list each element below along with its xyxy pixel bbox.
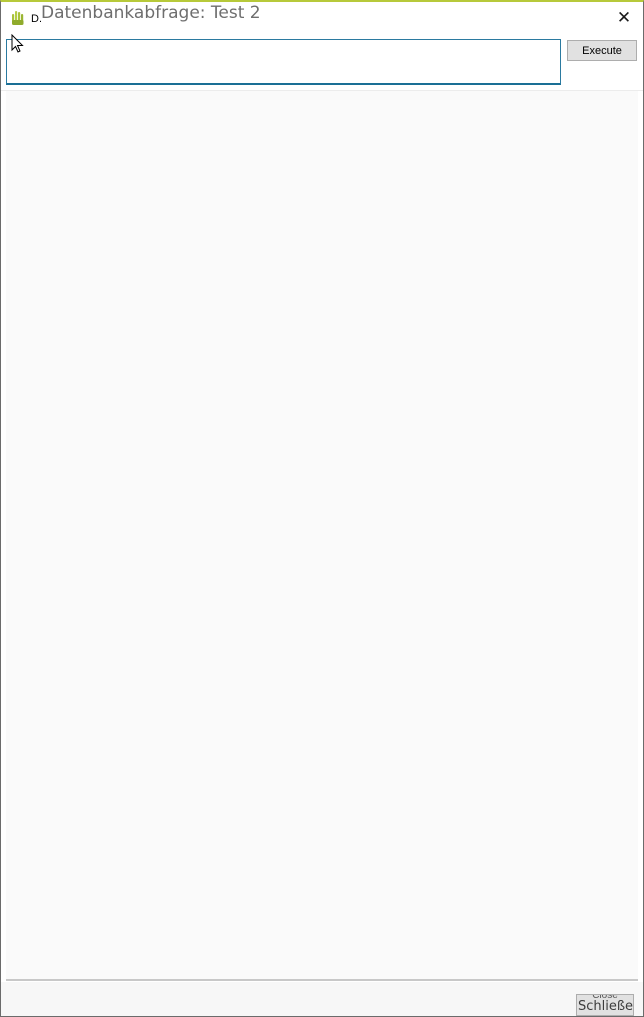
close-icon: ✕: [616, 8, 632, 27]
title-bar[interactable]: D. Datenbankabfrage: Test 2 ✕: [1, 2, 643, 34]
execute-button[interactable]: Execute: [567, 40, 637, 61]
query-window: D. Datenbankabfrage: Test 2 ✕ Execute Cl…: [0, 0, 644, 1017]
window-title-small: D.: [31, 13, 41, 25]
results-area[interactable]: [6, 91, 638, 979]
close-window-button[interactable]: ✕: [613, 7, 635, 29]
close-button-overlay-label: Schließen: [578, 999, 634, 1014]
query-input[interactable]: [6, 39, 561, 85]
footer: Close Schließen: [1, 982, 643, 1016]
mouse-cursor-icon: [11, 34, 24, 53]
footer-divider: [6, 979, 638, 981]
app-hand-icon: [12, 11, 24, 25]
query-panel: Execute: [1, 34, 643, 91]
close-button[interactable]: Close Schließen: [576, 994, 634, 1016]
window-title: Datenbankabfrage: Test 2: [41, 3, 261, 23]
